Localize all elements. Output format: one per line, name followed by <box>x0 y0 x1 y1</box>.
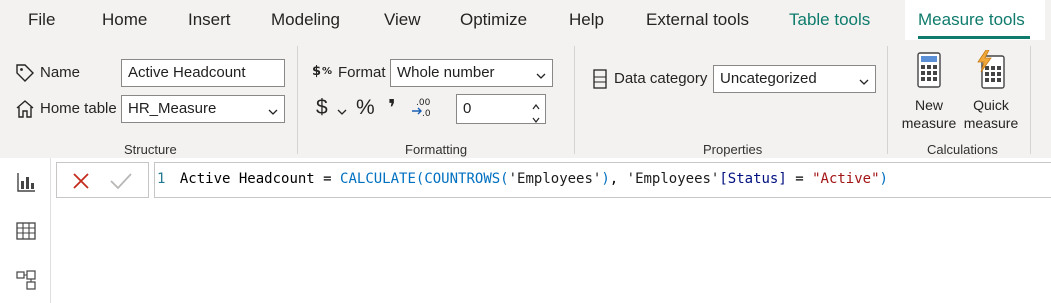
formula-token: = <box>786 171 813 187</box>
home-table-label: Home table <box>40 100 117 117</box>
formula-token: , <box>609 171 627 187</box>
formula-token: ) <box>879 171 888 187</box>
name-input[interactable]: Active Headcount <box>121 59 285 87</box>
quick-calculator-icon <box>976 49 1008 90</box>
calculations-group-label: Calculations <box>927 142 998 157</box>
format-icon: $% <box>312 62 336 84</box>
calculator-icon <box>916 51 942 89</box>
formatting-group-label: Formatting <box>405 142 468 157</box>
formula-token: CALCULATE( <box>340 171 425 187</box>
group-divider <box>574 46 575 154</box>
active-tab-underline <box>918 36 1030 39</box>
cancel-icon[interactable] <box>71 171 91 191</box>
new-measure-label-line1: New <box>914 97 943 113</box>
chevron-down-icon <box>536 68 546 79</box>
formula-commit-box <box>56 162 149 198</box>
spin-down-icon[interactable] <box>532 111 540 123</box>
tab-external-tools[interactable]: External tools <box>646 10 749 30</box>
comma-style-button[interactable]: ❜ <box>388 95 396 121</box>
svg-text:.0: .0 <box>422 109 431 119</box>
new-measure-button[interactable]: New measure <box>898 48 960 134</box>
spin-up-icon[interactable] <box>532 98 540 110</box>
svg-text:$: $ <box>312 64 321 79</box>
data-category-icon <box>591 68 609 90</box>
formula-token: COUNTROWS( <box>424 171 509 187</box>
line-number: 1 <box>157 171 166 187</box>
commit-check-icon[interactable] <box>109 171 133 191</box>
data-category-value: Uncategorized <box>720 70 817 87</box>
tab-view[interactable]: View <box>384 10 421 30</box>
ribbon-tab-bar: File Home Insert Modeling View Optimize … <box>0 0 1051 40</box>
formula-token: ) <box>601 171 610 187</box>
name-label: Name <box>40 64 81 81</box>
report-view-icon[interactable] <box>15 171 37 193</box>
svg-text:%: % <box>322 66 332 77</box>
quick-measure-button[interactable]: Quick measure <box>960 48 1022 134</box>
home-table-select[interactable]: HR_Measure <box>121 95 285 123</box>
home-table-value: HR_Measure <box>128 100 217 117</box>
view-switcher-rail <box>0 158 51 303</box>
formula-token: 'Employees' <box>626 171 720 187</box>
tab-optimize[interactable]: Optimize <box>460 10 527 30</box>
home-icon <box>14 98 36 120</box>
decimal-places-value: 0 <box>463 100 472 117</box>
table-view-icon[interactable] <box>15 220 37 242</box>
group-divider <box>297 46 298 154</box>
dax-formula-editor[interactable]: 1 Active Headcount = CALCULATE(COUNTROWS… <box>154 162 1051 198</box>
data-category-select[interactable]: Uncategorized <box>713 65 876 93</box>
tab-modeling[interactable]: Modeling <box>271 10 340 30</box>
new-measure-label-line2: measure <box>901 115 957 131</box>
format-select[interactable]: Whole number <box>390 59 553 87</box>
formula-token: Active Headcount = <box>179 171 341 187</box>
structure-group-label: Structure <box>124 142 177 157</box>
currency-dropdown-icon[interactable] <box>337 104 347 115</box>
group-divider <box>1030 46 1031 154</box>
group-divider <box>887 46 888 154</box>
model-view-icon[interactable] <box>15 269 37 291</box>
decimal-adjust-icon[interactable]: .00.0 <box>410 96 434 120</box>
chevron-down-icon <box>268 104 278 115</box>
decimal-places-input[interactable]: 0 <box>456 94 546 124</box>
tab-table-tools[interactable]: Table tools <box>789 10 870 30</box>
properties-group-label: Properties <box>703 142 763 157</box>
tab-file[interactable]: File <box>28 10 55 30</box>
tab-insert[interactable]: Insert <box>188 10 231 30</box>
format-value: Whole number <box>397 64 495 81</box>
tag-icon <box>14 62 36 84</box>
format-label: Format <box>338 64 386 81</box>
percent-button[interactable]: % <box>356 96 375 120</box>
formula-token: 'Employees' <box>508 171 602 187</box>
chevron-down-icon <box>859 74 869 85</box>
data-category-label: Data category <box>614 70 708 87</box>
tab-help[interactable]: Help <box>569 10 604 30</box>
svg-text:.00: .00 <box>416 98 431 108</box>
currency-button[interactable]: $ <box>316 96 328 120</box>
quick-measure-label-line1: Quick <box>973 97 1009 113</box>
formula-token: "Active" <box>812 171 880 187</box>
formula-token: [Status] <box>719 171 787 187</box>
tab-measure-tools[interactable]: Measure tools <box>918 10 1025 30</box>
tab-home[interactable]: Home <box>102 10 147 30</box>
quick-measure-label-line2: measure <box>963 115 1019 131</box>
